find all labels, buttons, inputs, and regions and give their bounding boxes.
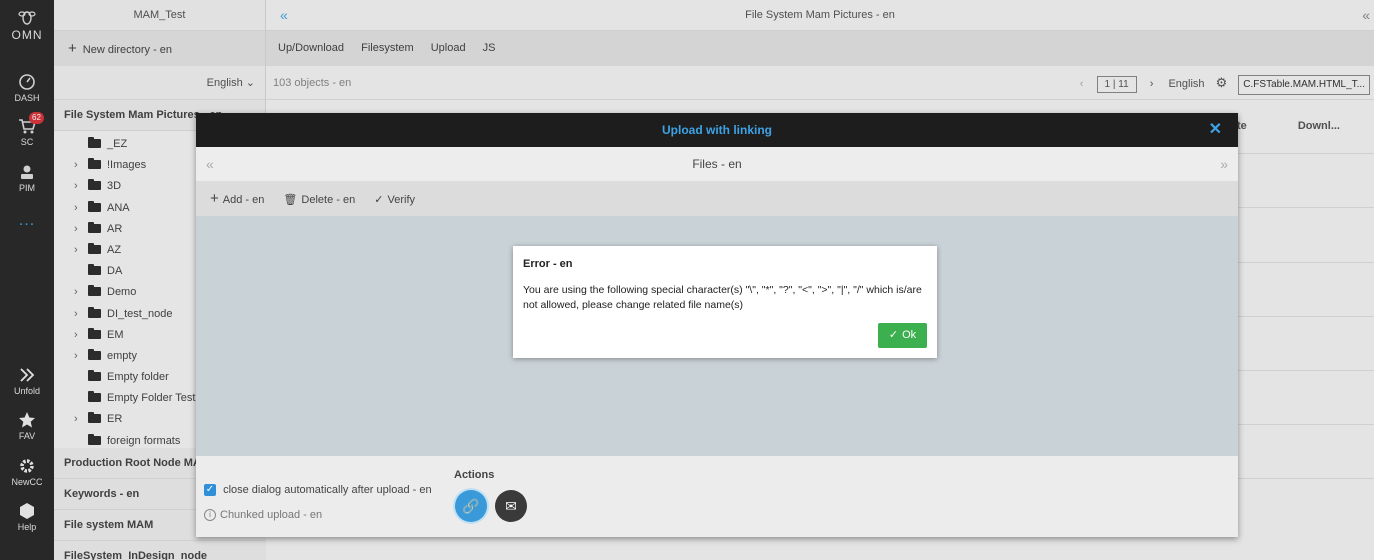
- error-title: Error - en: [523, 258, 573, 270]
- auto-close-option[interactable]: ✓ close dialog automatically after uploa…: [204, 484, 432, 497]
- mail-icon: ✉: [505, 498, 517, 514]
- info-icon: i: [204, 509, 216, 522]
- trash-icon: 🗑: [283, 194, 298, 206]
- check-icon: ✓: [888, 329, 899, 341]
- ok-label: Ok: [902, 329, 917, 341]
- chunked-label: Chunked upload - en: [220, 509, 323, 521]
- files-header: « Files - en »: [196, 147, 1238, 181]
- mail-action-button[interactable]: ✉: [495, 490, 527, 522]
- add-label: Add - en: [222, 194, 265, 206]
- verify-button[interactable]: ✓ Verify: [374, 194, 415, 206]
- upload-footer: ✓ close dialog automatically after uploa…: [196, 456, 1238, 537]
- close-icon[interactable]: ✕: [1209, 113, 1222, 147]
- add-button[interactable]: + Add - en: [210, 190, 265, 207]
- files-title: Files - en: [692, 157, 742, 171]
- actions-label: Actions: [454, 469, 495, 481]
- plus-icon: +: [210, 190, 219, 207]
- link-icon: 🔗: [462, 498, 480, 514]
- verify-label: Verify: [387, 194, 415, 206]
- delete-button[interactable]: 🗑 Delete - en: [283, 194, 355, 206]
- files-toolbar: + Add - en 🗑 Delete - en ✓ Verify: [196, 181, 1238, 216]
- link-action-button[interactable]: 🔗: [455, 490, 487, 522]
- collapse-right-icon[interactable]: »: [1220, 147, 1228, 181]
- upload-dialog-title: Upload with linking: [662, 123, 772, 137]
- ok-button[interactable]: ✓ Ok: [878, 323, 927, 348]
- error-dialog: Error - en You are using the following s…: [513, 246, 937, 358]
- auto-close-checkbox[interactable]: ✓: [204, 484, 216, 497]
- upload-dialog-titlebar: Upload with linking ✕: [196, 113, 1238, 147]
- collapse-left-icon[interactable]: «: [206, 147, 214, 181]
- delete-label: Delete - en: [301, 194, 356, 206]
- chunked-upload-info: i Chunked upload - en: [204, 509, 323, 522]
- auto-close-label: close dialog automatically after upload …: [223, 484, 432, 496]
- check-icon: ✓: [374, 194, 384, 206]
- error-message: You are using the following special char…: [523, 284, 922, 311]
